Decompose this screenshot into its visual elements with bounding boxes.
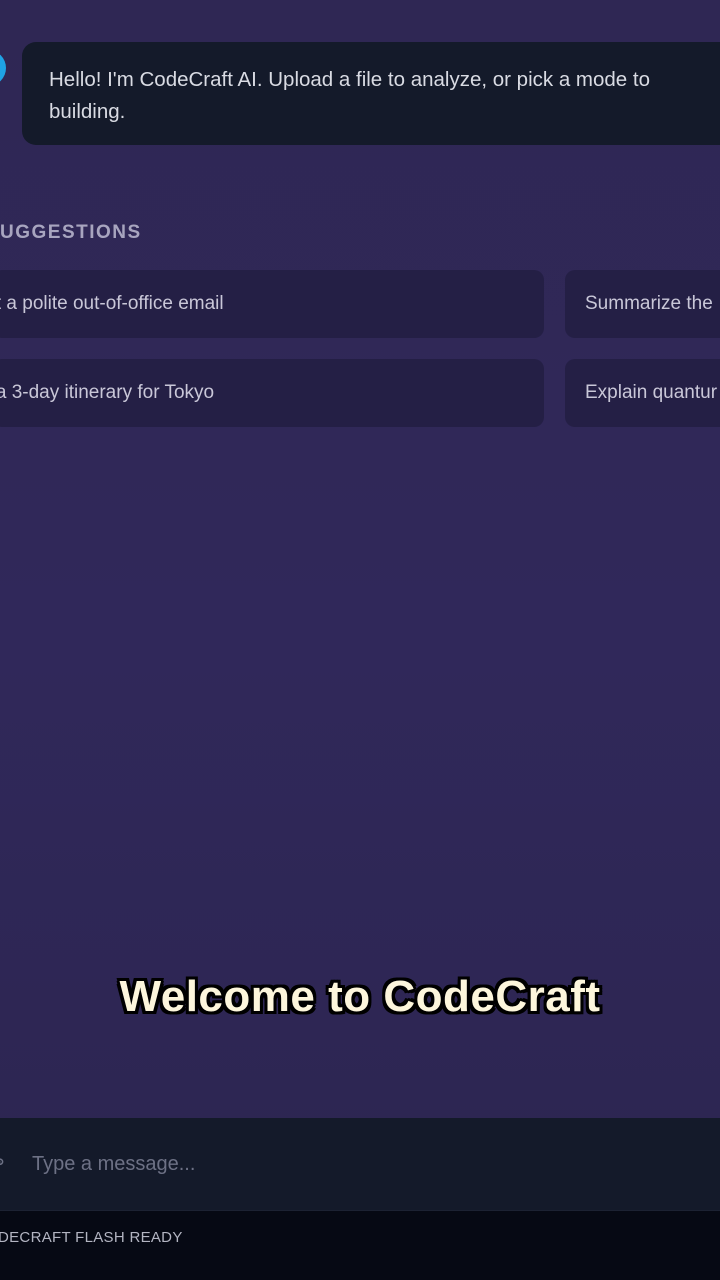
status-bar: DECRAFT FLASH READY (0, 1210, 720, 1280)
assistant-message-bubble: Hello! I'm CodeCraft AI. Upload a file t… (22, 42, 720, 145)
suggestion-chip-explain[interactable]: Explain quantur (565, 359, 720, 427)
assistant-avatar (0, 50, 6, 86)
suggestion-chip-email[interactable]: aft a polite out-of-office email (0, 270, 544, 338)
assistant-message-line: building. (49, 100, 126, 123)
suggestion-chip-summarize[interactable]: Summarize the (565, 270, 720, 338)
suggestion-chip-label: n a 3-day itinerary for Tokyo (0, 382, 215, 403)
attach-icon[interactable]: ⚭ (0, 1152, 8, 1174)
composer-bar: ⚭ (0, 1118, 720, 1210)
suggestion-chip-label: Summarize the (585, 293, 713, 314)
model-status-text: DECRAFT FLASH READY (0, 1229, 183, 1246)
suggestions-heading: UGGESTIONS (0, 222, 142, 243)
suggestion-chip-label: aft a polite out-of-office email (0, 293, 224, 314)
chat-app: Hello! I'm CodeCraft AI. Upload a file t… (0, 0, 720, 1280)
video-caption: Welcome to CodeCraft (119, 972, 601, 1021)
suggestion-chip-itinerary[interactable]: n a 3-day itinerary for Tokyo (0, 359, 544, 427)
message-input[interactable] (32, 1146, 692, 1182)
assistant-message-line: Hello! I'm CodeCraft AI. Upload a file t… (49, 68, 650, 91)
suggestion-chip-label: Explain quantur (585, 382, 718, 403)
